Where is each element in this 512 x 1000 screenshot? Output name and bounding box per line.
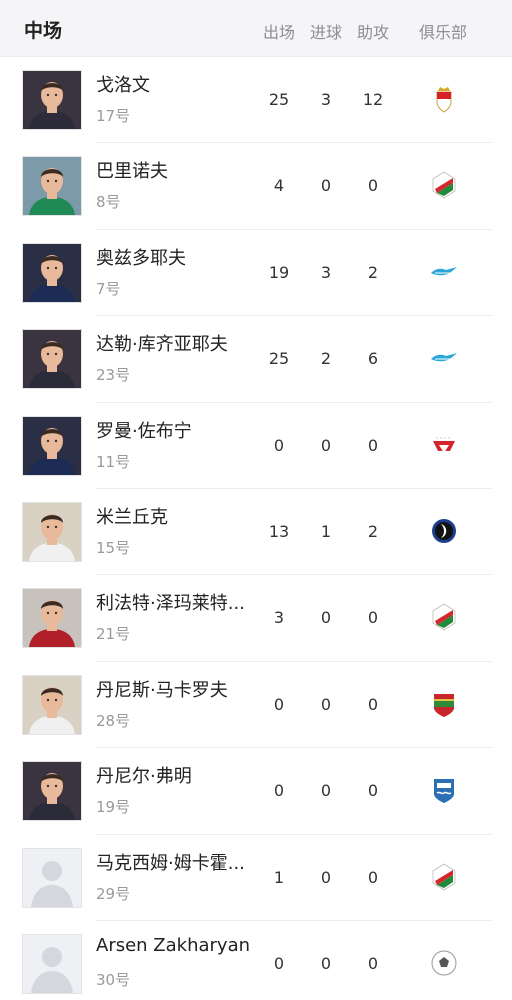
player-avatar	[22, 761, 82, 822]
player-row[interactable]: 马克西姆·姆卡霍... 29号 1 0 0	[0, 835, 512, 922]
player-number: 21号	[96, 625, 131, 644]
player-name: 罗曼·佐布宁	[96, 420, 192, 442]
player-number: 28号	[96, 711, 131, 730]
rubin-crest-icon[interactable]	[428, 688, 460, 720]
player-row[interactable]: 利法特·泽玛莱特... 21号 3 0 0	[0, 575, 512, 663]
player-row[interactable]: 罗曼·佐布宁 11号 0 0 0	[0, 403, 512, 490]
player-number: 7号	[96, 279, 121, 298]
player-number: 19号	[96, 798, 131, 817]
player-name: 奥兹多耶夫	[96, 247, 186, 269]
player-avatar	[22, 415, 82, 476]
section-header: 中场 出场 进球 助攻 俱乐部	[0, 0, 512, 57]
zenit-crest-icon[interactable]	[428, 256, 460, 288]
player-assists: 2	[367, 521, 379, 541]
player-assists: 0	[367, 435, 379, 455]
player-row[interactable]: 奥兹多耶夫 7号 19 3 2	[0, 230, 512, 317]
lokomotiv-crest-icon[interactable]	[428, 169, 460, 201]
column-header-assists: 助攻	[356, 23, 389, 42]
zenit-crest-icon[interactable]	[428, 342, 460, 374]
player-avatar	[22, 329, 82, 390]
player-name: 米兰丘克	[96, 506, 168, 528]
player-assists: 12	[362, 90, 384, 109]
spartak-crest-icon[interactable]	[428, 429, 460, 461]
player-number: 17号	[96, 107, 131, 125]
player-number: 11号	[96, 452, 131, 471]
player-row[interactable]: 米兰丘克 15号 13 1 2	[0, 489, 512, 576]
lokomotiv-crest-icon[interactable]	[428, 601, 460, 633]
player-assists: 6	[367, 349, 379, 369]
player-row[interactable]: 丹尼斯·马卡罗夫 28号 0 0 0	[0, 662, 512, 749]
player-avatar	[22, 70, 82, 130]
player-assists: 0	[367, 953, 379, 973]
player-assists: 2	[367, 262, 379, 282]
player-name: 利法特·泽玛莱特...	[96, 593, 245, 615]
section-title: 中场	[24, 20, 63, 42]
player-avatar	[22, 588, 82, 649]
player-row[interactable]: 戈洛文 17号 25 3 12	[0, 57, 512, 144]
player-row[interactable]: 巴里诺夫 8号 4 0 0	[0, 143, 512, 231]
player-avatar	[22, 501, 82, 562]
player-number: 23号	[96, 366, 131, 385]
volga-crest-icon[interactable]	[428, 774, 460, 806]
player-assists: 0	[367, 781, 379, 801]
player-number: 8号	[96, 193, 121, 212]
player-name: 丹尼尔·弗明	[96, 766, 192, 788]
player-name: 丹尼斯·马卡罗夫	[96, 679, 228, 701]
player-avatar	[22, 156, 82, 217]
player-name: 达勒·库齐亚耶夫	[96, 334, 228, 356]
player-assists: 0	[367, 176, 379, 196]
column-header-club: 俱乐部	[418, 23, 467, 42]
player-avatar	[22, 674, 82, 735]
player-list: 戈洛文 17号 25 3 12 巴里诺夫 8号 4 0 0 奥兹多耶夫 7号 19 3 2 达勒·库齐亚耶夫 2…	[0, 57, 512, 1000]
player-assists: 0	[367, 694, 379, 714]
soccer-ball-icon[interactable]	[428, 947, 460, 979]
player-number: 29号	[96, 884, 131, 903]
player-name: 马克西姆·姆卡霍...	[96, 852, 245, 874]
player-name: 戈洛文	[96, 75, 150, 96]
player-row[interactable]: Arsen Zakharyan 30号 0 0 0	[0, 921, 512, 1000]
avatar-placeholder-icon	[22, 847, 82, 908]
player-name: Arsen Zakharyan	[96, 934, 251, 956]
player-row[interactable]: 丹尼尔·弗明 19号 0 0 0	[0, 748, 512, 835]
player-assists: 0	[367, 867, 379, 887]
player-row[interactable]: 达勒·库齐亚耶夫 23号 25 2 6	[0, 316, 512, 403]
avatar-placeholder-icon	[22, 933, 82, 994]
atalanta-crest-icon[interactable]	[428, 515, 460, 547]
player-number: 15号	[96, 538, 131, 557]
player-assists: 0	[367, 608, 379, 628]
player-name: 巴里诺夫	[96, 161, 168, 183]
player-number: 30号	[96, 970, 131, 989]
monaco-crest-icon[interactable]	[428, 83, 460, 115]
lokomotiv-crest-icon[interactable]	[428, 861, 460, 893]
player-avatar	[22, 242, 82, 303]
